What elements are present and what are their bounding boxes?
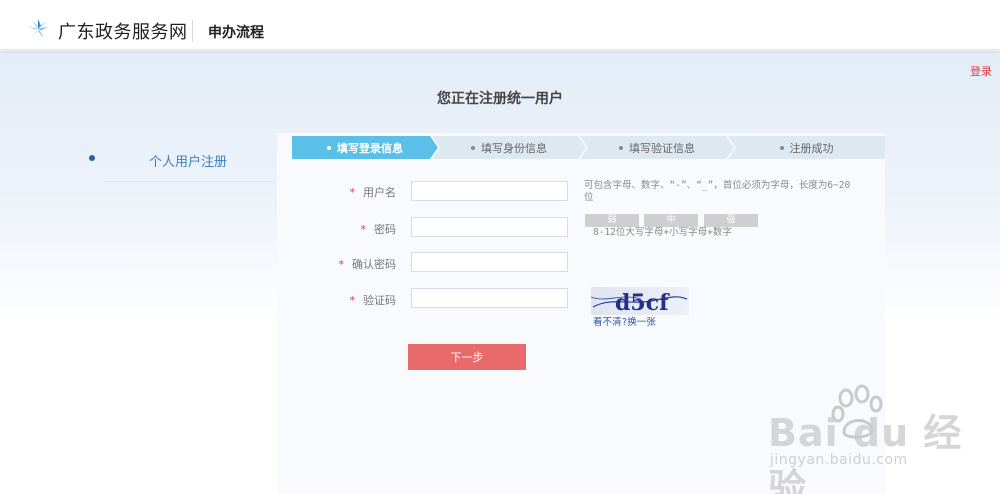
registration-heading: 您正在注册统一用户 bbox=[437, 91, 563, 107]
step-progress: 填写登录信息 填写身份信息 填写验证信息 注册成功 bbox=[292, 136, 885, 159]
side-nav-bullet-icon bbox=[89, 155, 95, 161]
password-hint: 8-12位大写字母+小写字母+数字 bbox=[593, 227, 732, 238]
strength-medium: 中 bbox=[644, 214, 698, 227]
captcha-refresh-link[interactable]: 看不清?换一张 bbox=[593, 314, 656, 328]
password-input[interactable] bbox=[411, 217, 568, 237]
required-mark: * bbox=[338, 258, 345, 271]
step-success: 注册成功 bbox=[728, 136, 885, 159]
side-nav-label[interactable]: 个人用户注册 bbox=[149, 151, 227, 170]
confirm-password-label: * 确认密码 bbox=[338, 258, 397, 271]
top-header: 广东政务服务网 申办流程 bbox=[0, 0, 1000, 50]
step-dot-icon bbox=[327, 145, 331, 150]
required-mark: * bbox=[349, 186, 356, 199]
step-label: 填写登录信息 bbox=[337, 141, 403, 155]
captcha-label: * 验证码 bbox=[349, 294, 397, 307]
step-login-info: 填写登录信息 bbox=[292, 136, 438, 159]
gov-logo-icon[interactable] bbox=[26, 17, 50, 41]
site-name[interactable]: 广东政务服务网 bbox=[58, 18, 188, 44]
confirm-password-input[interactable] bbox=[411, 252, 568, 272]
next-step-button[interactable]: 下一步 bbox=[408, 344, 526, 370]
captcha-input[interactable] bbox=[411, 288, 568, 308]
header-divider bbox=[192, 20, 193, 42]
step-dot-icon bbox=[779, 145, 784, 150]
strength-strong: 强 bbox=[704, 214, 758, 227]
page-title: 申办流程 bbox=[208, 25, 264, 41]
username-label: * 用户名 bbox=[349, 186, 397, 199]
captcha-text: d5cf bbox=[615, 290, 670, 315]
step-dot-icon bbox=[471, 145, 475, 150]
username-input[interactable] bbox=[411, 181, 568, 201]
step-label: 填写验证信息 bbox=[629, 141, 695, 155]
step-label: 注册成功 bbox=[789, 141, 834, 155]
captcha-graphic: d5cf bbox=[590, 290, 688, 316]
strength-weak: 弱 bbox=[585, 214, 639, 227]
step-label: 填写身份信息 bbox=[481, 141, 547, 155]
captcha-image[interactable]: d5cf bbox=[590, 287, 689, 316]
baidu-watermark: Bai du 经验 bbox=[768, 411, 963, 494]
login-link[interactable]: 登录 bbox=[970, 63, 992, 79]
baidu-watermark-url: jingyan.baidu.com bbox=[770, 452, 908, 468]
required-mark: * bbox=[360, 223, 367, 236]
step-dot-icon bbox=[619, 145, 623, 150]
step-identity-info: 填写身份信息 bbox=[432, 136, 586, 159]
step-verify-info: 填写验证信息 bbox=[580, 136, 734, 159]
username-hint: 可包含字母、数字、“-”、“_”，首位必须为字母，长度为6~20位 bbox=[584, 180, 851, 203]
password-label: * 密码 bbox=[360, 223, 397, 236]
required-mark: * bbox=[349, 294, 356, 307]
